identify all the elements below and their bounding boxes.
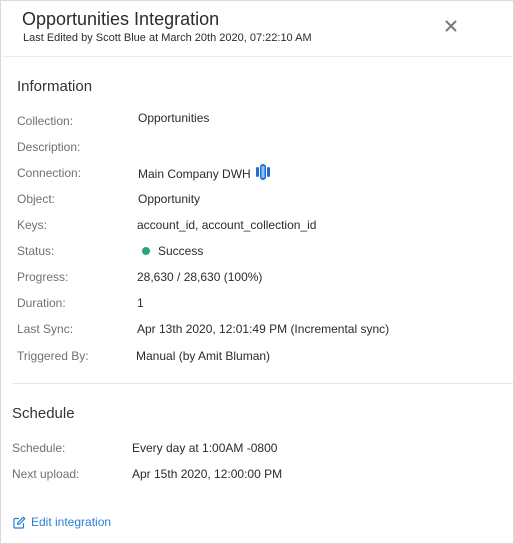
status-text: Success: [158, 244, 204, 258]
edit-integration-label[interactable]: Edit integration: [31, 515, 111, 529]
edit-integration-link[interactable]: Edit integration: [13, 515, 111, 529]
object-value: Opportunity: [138, 192, 201, 206]
description-label: Description:: [17, 140, 81, 154]
collection-value: Opportunities: [138, 111, 210, 125]
collection-label: Collection:: [17, 114, 74, 128]
progress-value: 28,630 / 28,630 (100%): [137, 270, 263, 284]
close-icon: [445, 20, 457, 32]
object-label: Object:: [17, 192, 56, 206]
progress-label: Progress:: [17, 270, 69, 284]
integration-details-panel: Opportunities Integration Last Edited by…: [0, 0, 514, 544]
next-upload-value: Apr 15th 2020, 12:00:00 PM: [132, 467, 283, 481]
schedule-heading: Schedule: [12, 405, 75, 422]
status-indicator-dot: [142, 247, 150, 255]
duration-label: Duration:: [17, 296, 66, 310]
schedule-label: Schedule:: [12, 441, 66, 455]
last-sync-label: Last Sync:: [17, 322, 74, 336]
keys-label: Keys:: [17, 218, 48, 232]
status-value: Success: [142, 244, 203, 258]
status-label: Status:: [17, 244, 55, 258]
last-edited-subtitle: Last Edited by Scott Blue at March 20th …: [23, 32, 312, 44]
keys-value: account_id, account_collection_id: [137, 218, 317, 232]
last-sync-value: Apr 13th 2020, 12:01:49 PM (Incremental …: [137, 322, 390, 336]
triggered-by-label: Triggered By:: [17, 349, 89, 363]
connection-name: Main Company DWH: [138, 166, 251, 181]
next-upload-label: Next upload:: [12, 467, 80, 481]
triggered-by-value: Manual (by Amit Bluman): [136, 349, 271, 363]
edit-icon: [13, 516, 26, 529]
schedule-value: Every day at 1:00AM -0800: [132, 441, 278, 455]
connection-value: Main Company DWH: [138, 164, 270, 183]
page-title: Opportunities Integration: [22, 9, 220, 29]
close-button[interactable]: [441, 16, 461, 36]
section-divider: [12, 383, 513, 384]
database-icon: [255, 164, 270, 183]
information-heading: Information: [17, 78, 93, 95]
header-divider: [2, 56, 512, 57]
connection-label: Connection:: [17, 166, 82, 180]
duration-value: 1: [137, 296, 144, 310]
